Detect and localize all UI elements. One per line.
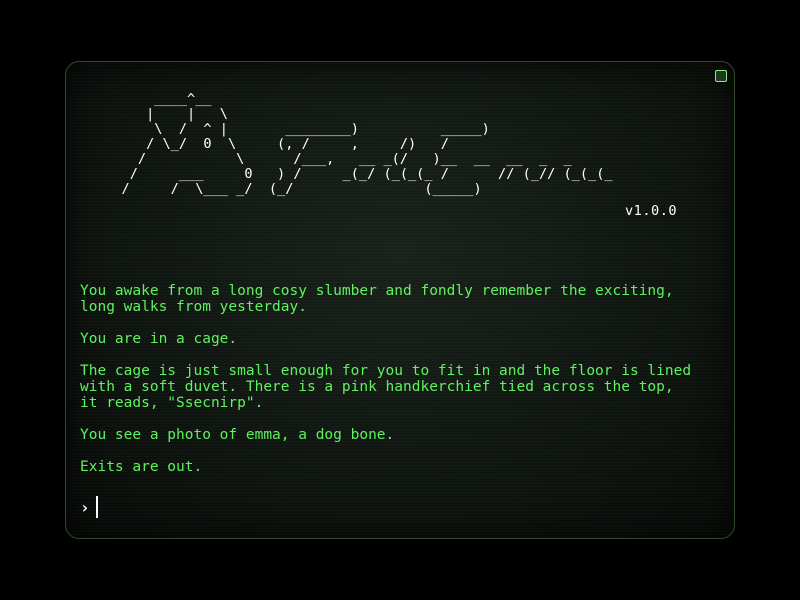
output-paragraph-items: You see a photo of emma, a dog bone. bbox=[80, 427, 395, 443]
output-paragraph-exits: Exits are out. bbox=[80, 459, 203, 475]
ascii-line: / \_/ 0 \ (, / , /) / bbox=[97, 136, 449, 152]
game-output: You awake from a long cosy slumber and f… bbox=[80, 283, 720, 491]
ascii-line: ____^__ bbox=[97, 91, 212, 107]
window-square-button[interactable] bbox=[715, 70, 727, 82]
ascii-line: / \ /___, __ _(/ )__ __ __ _ _ bbox=[97, 151, 572, 167]
ascii-line: / ___ 0 ) / _(_/ (_(_(_ / // (_// (_(_(_ bbox=[97, 166, 613, 182]
ascii-line: | | \ bbox=[97, 106, 228, 122]
output-paragraph-description: The cage is just small enough for you to… bbox=[80, 363, 692, 411]
output-paragraph-location: You are in a cage. bbox=[80, 331, 238, 347]
chevron-right-icon: › bbox=[80, 497, 90, 517]
output-paragraph-intro: You awake from a long cosy slumber and f… bbox=[80, 283, 674, 315]
command-prompt: › bbox=[80, 496, 98, 518]
game-title-ascii-art: ____^__ | | \ \ / ^ | ________) _____) /… bbox=[97, 92, 613, 197]
ascii-line: \ / ^ | ________) _____) bbox=[97, 121, 490, 137]
terminal-screen: ____^__ | | \ \ / ^ | ________) _____) /… bbox=[65, 61, 735, 539]
command-input[interactable] bbox=[96, 492, 700, 520]
version-label: v1.0.0 bbox=[625, 203, 678, 219]
ascii-line: / / \___ _/ (_/ (_____) bbox=[97, 181, 482, 197]
